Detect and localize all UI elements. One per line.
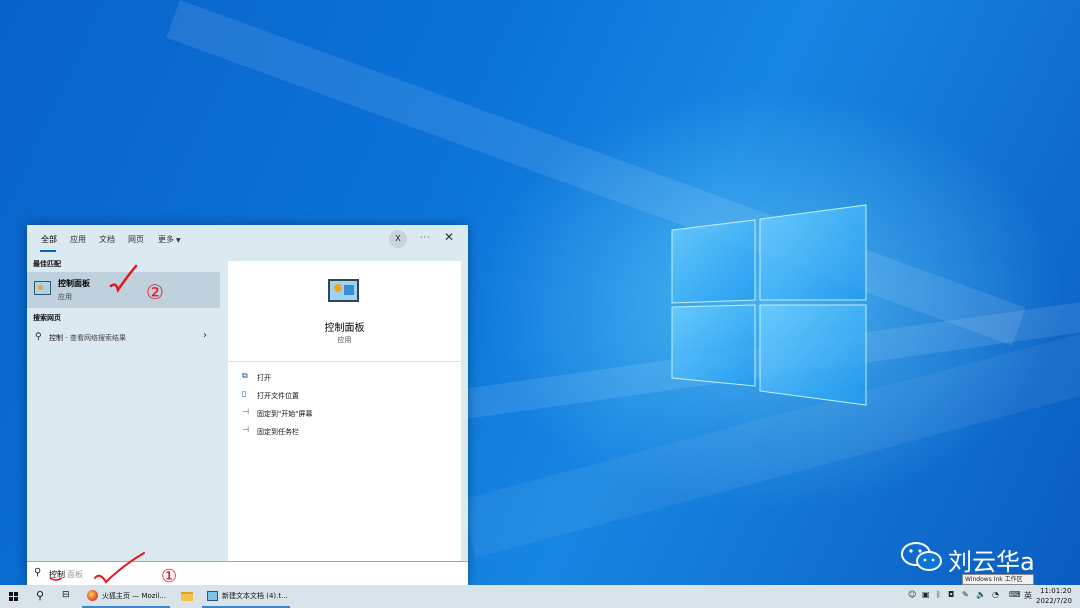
best-match-heading: 最佳匹配: [33, 260, 61, 268]
search-icon: ⚲: [35, 332, 42, 342]
tab-apps[interactable]: 应用: [70, 234, 86, 245]
windows-ink-tooltip: Windows Ink 工作区: [962, 574, 1034, 585]
pin-icon: ⊣: [242, 407, 249, 416]
search-icon: ⚲: [34, 567, 42, 578]
chevron-down-icon: ▼: [176, 237, 181, 244]
people-icon[interactable]: ☺: [908, 590, 916, 599]
action-open[interactable]: ⧉ 打开: [242, 371, 442, 385]
search-typed-text: 控制: [49, 570, 65, 579]
windows-ink-icon[interactable]: ✎: [962, 590, 969, 599]
active-tab-indicator: [40, 250, 56, 252]
tab-documents[interactable]: 文档: [99, 234, 115, 245]
clock-time[interactable]: 11:01:20: [1040, 587, 1071, 595]
search-tabs: 全部 应用 文档 网页 更多 ▼ X ··· ✕: [27, 225, 468, 255]
action-open-file-location-label: 打开文件位置: [257, 392, 299, 400]
control-panel-icon: [34, 281, 51, 295]
network-icon[interactable]: ◔: [992, 590, 999, 599]
task-view-button[interactable]: ⊟: [57, 585, 77, 608]
action-pin-taskbar[interactable]: ⊣ 固定到任务栏: [242, 425, 442, 439]
more-options-icon[interactable]: ···: [420, 233, 431, 242]
pin-icon: ⊣: [242, 425, 249, 434]
taskbar: ⚲ ⊟ 火狐主页 — Mozil... 新建文本文档 (4).t... ☺ ▣ …: [0, 585, 1080, 608]
notepad-icon: [207, 591, 218, 601]
taskbar-search-button[interactable]: ⚲: [31, 585, 51, 608]
bluetooth-icon[interactable]: ᛒ: [936, 590, 941, 599]
tab-more[interactable]: 更多 ▼: [158, 234, 181, 245]
web-suffix: - 查看网络搜索结果: [63, 334, 126, 342]
notepad-label: 新建文本文档 (4).t...: [222, 592, 288, 600]
avatar[interactable]: X: [389, 230, 407, 248]
chevron-right-icon[interactable]: ›: [203, 330, 207, 341]
file-explorer-icon: [181, 592, 193, 601]
wechat-icon: [901, 542, 942, 571]
start-search-panel: 全部 应用 文档 网页 更多 ▼ X ··· ✕ 最佳匹配 控制面板 应用 搜索网…: [27, 225, 468, 585]
keyboard-icon[interactable]: ⌨: [1009, 590, 1021, 599]
task-view-icon: ⊟: [62, 590, 70, 600]
close-icon[interactable]: ✕: [444, 230, 454, 244]
tab-more-label: 更多: [158, 235, 174, 244]
divider: [228, 361, 461, 362]
detail-app-type: 应用: [337, 336, 352, 344]
tray-app-icon-2[interactable]: ◘: [948, 590, 954, 599]
web-search-item[interactable]: ⚲ 控制 - 查看网络搜索结果 ›: [27, 329, 220, 347]
clock-date[interactable]: 2022/7/20: [1036, 597, 1072, 605]
volume-icon[interactable]: 🔈: [976, 590, 986, 599]
taskbar-app-file-explorer[interactable]: [176, 585, 198, 608]
best-match-item[interactable]: 控制面板 应用: [27, 272, 220, 308]
taskbar-app-notepad[interactable]: 新建文本文档 (4).t...: [202, 585, 290, 608]
file-location-icon: ▯: [242, 389, 247, 398]
control-panel-large-icon: [328, 279, 359, 302]
tray-app-icon[interactable]: ▣: [922, 590, 930, 599]
open-icon: ⧉: [242, 371, 248, 380]
web-query: 控制: [49, 334, 63, 342]
taskbar-app-firefox[interactable]: 火狐主页 — Mozil...: [82, 585, 170, 608]
ime-indicator[interactable]: 英: [1024, 590, 1032, 601]
best-match-name: 控制面板: [58, 279, 90, 288]
windows-start-icon: [9, 592, 18, 601]
tab-all[interactable]: 全部: [41, 234, 57, 245]
web-search-text: 控制 - 查看网络搜索结果: [49, 333, 126, 343]
action-open-label: 打开: [257, 374, 271, 382]
detail-app-name: 控制面板: [324, 323, 365, 334]
watermark: 刘云华a: [900, 540, 1035, 576]
detail-pane: 控制面板 应用 ⧉ 打开 ▯ 打开文件位置 ⊣ 固定到"开始"屏幕 ⊣ 固定到任…: [228, 261, 461, 561]
firefox-label: 火狐主页 — Mozil...: [102, 592, 167, 600]
firefox-icon: [87, 590, 98, 601]
tab-web[interactable]: 网页: [128, 234, 144, 245]
action-open-file-location[interactable]: ▯ 打开文件位置: [242, 389, 442, 403]
search-autocomplete-text: 面板: [67, 570, 83, 579]
best-match-type: 应用: [58, 293, 72, 301]
search-input[interactable]: ⚲ 控制 面板: [27, 561, 468, 585]
action-pin-start-label: 固定到"开始"屏幕: [257, 410, 313, 418]
results-list: 最佳匹配 控制面板 应用 搜索网页 ⚲ 控制 - 查看网络搜索结果 ›: [27, 255, 220, 561]
action-pin-start[interactable]: ⊣ 固定到"开始"屏幕: [242, 407, 442, 421]
search-icon: ⚲: [36, 589, 45, 602]
web-search-heading: 搜索网页: [33, 314, 61, 322]
action-pin-taskbar-label: 固定到任务栏: [257, 428, 299, 436]
start-button[interactable]: [3, 585, 25, 608]
watermark-text: 刘云华a: [948, 548, 1035, 576]
